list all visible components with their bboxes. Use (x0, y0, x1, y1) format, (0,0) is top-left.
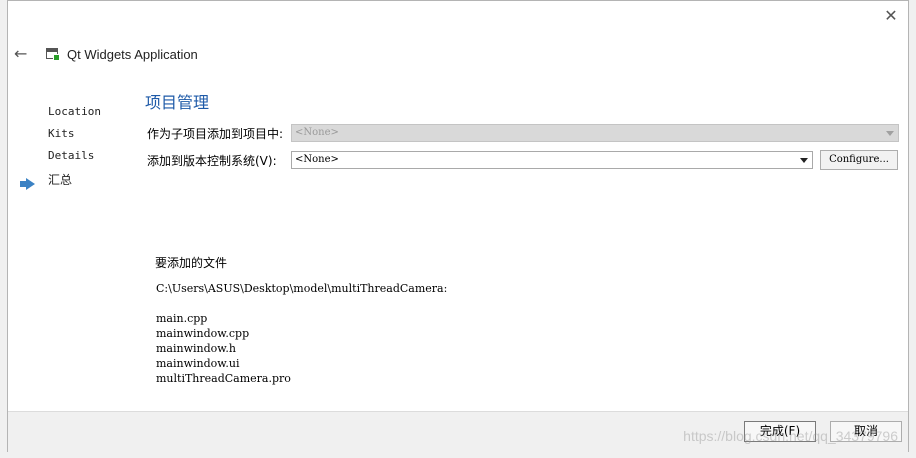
file-item: mainwindow.h (156, 342, 236, 355)
subproject-label: 作为子项目添加到项目中: (147, 127, 284, 141)
files-heading: 要添加的文件 (155, 256, 228, 270)
vcs-combo[interactable]: <None> (291, 151, 813, 169)
files-path: C:\Users\ASUS\Desktop\model\multiThreadC… (156, 282, 448, 295)
page-title: 项目管理 (145, 93, 210, 112)
file-item: mainwindow.ui (156, 357, 240, 370)
wizard-title: Qt Widgets Application (67, 47, 198, 62)
chevron-down-icon (886, 131, 894, 136)
vcs-combo-value: <None> (295, 154, 339, 165)
current-step-arrow-icon (20, 178, 35, 190)
file-item: multiThreadCamera.pro (156, 372, 291, 385)
step-kits: Kits (48, 127, 75, 140)
file-item: mainwindow.cpp (156, 327, 250, 340)
subproject-combo-value: <None> (295, 127, 339, 138)
step-summary: 汇总 (48, 173, 73, 187)
qt-widgets-app-icon (46, 48, 60, 61)
close-icon[interactable]: ✕ (882, 7, 900, 25)
vcs-label: 添加到版本控制系统(V): (147, 154, 277, 168)
watermark: https://blog.csdn.net/qq_34379796 (683, 428, 898, 444)
step-details: Details (48, 149, 95, 162)
subproject-combo: <None> (291, 124, 899, 142)
wizard-window: ✕ ← Qt Widgets Application Location Kits… (7, 0, 909, 452)
configure-button[interactable]: Configure... (820, 150, 898, 170)
chevron-down-icon (800, 158, 808, 163)
step-location: Location (48, 105, 101, 118)
button-bar: 完成(F) 取消 https://blog.csdn.net/qq_343797… (8, 411, 908, 452)
file-item: main.cpp (156, 312, 208, 325)
back-arrow-icon[interactable]: ← (14, 45, 32, 63)
